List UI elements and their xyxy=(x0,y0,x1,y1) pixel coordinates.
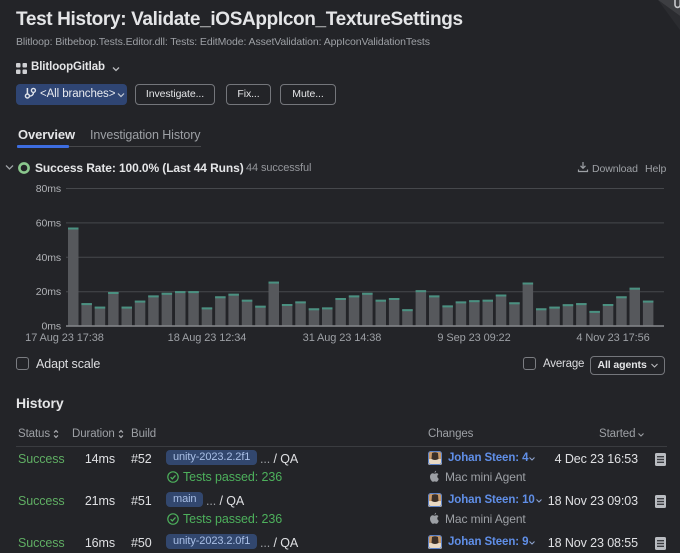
svg-text:31 Aug 23 14:38: 31 Aug 23 14:38 xyxy=(303,332,382,344)
svg-text:80ms: 80ms xyxy=(36,183,61,195)
svg-text:60ms: 60ms xyxy=(36,217,61,229)
svg-text:20ms: 20ms xyxy=(36,286,61,298)
svg-text:4 Nov 23 17:56: 4 Nov 23 17:56 xyxy=(576,332,649,344)
svg-text:17 Aug 23 17:38: 17 Aug 23 17:38 xyxy=(25,332,104,344)
svg-text:0ms: 0ms xyxy=(41,321,61,333)
svg-text:40ms: 40ms xyxy=(36,252,61,264)
svg-text:9 Sep 23 09:22: 9 Sep 23 09:22 xyxy=(437,332,510,344)
svg-text:18 Aug 23 12:34: 18 Aug 23 12:34 xyxy=(168,332,247,344)
